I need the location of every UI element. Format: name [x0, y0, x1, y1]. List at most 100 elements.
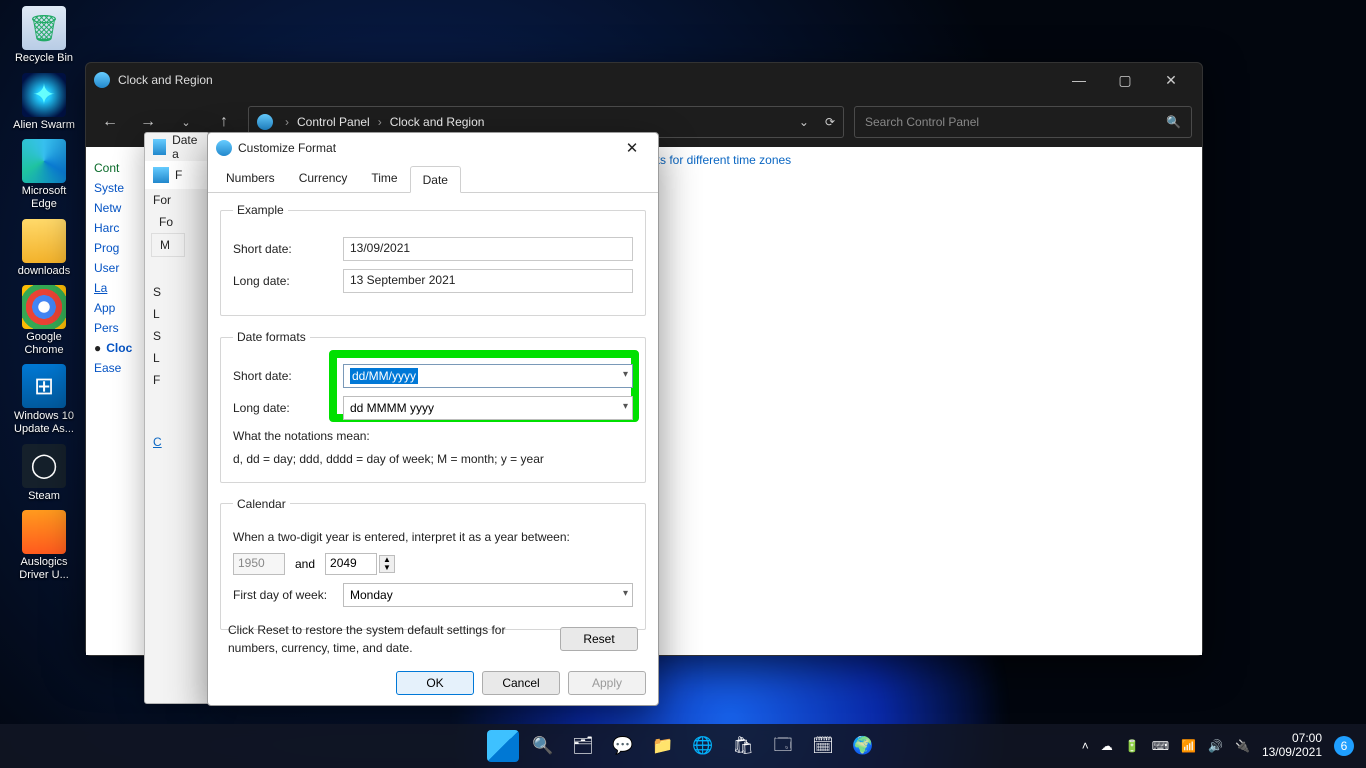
titlebar[interactable]: Clock and Region — ▢ ✕ — [86, 63, 1202, 97]
desktop-icon-win10-update[interactable]: ⊞Windows 10 Update As... — [8, 364, 80, 435]
desktop-icon-auslogics[interactable]: Auslogics Driver U... — [8, 510, 80, 581]
desktop-icon-alien-swarm[interactable]: ✦Alien Swarm — [8, 73, 80, 132]
link-timezones[interactable]: cks for different time zones — [648, 153, 791, 167]
apply-button[interactable]: Apply — [568, 671, 646, 695]
search-input[interactable]: Search Control Panel 🔍 — [854, 106, 1192, 138]
tab-currency[interactable]: Currency — [287, 165, 360, 192]
start-button[interactable] — [487, 730, 519, 762]
desktop-icon-steam[interactable]: ◯Steam — [8, 444, 80, 503]
tab-f[interactable]: F — [175, 168, 182, 182]
col: L — [145, 303, 209, 325]
store-button[interactable]: 🛍 — [727, 730, 759, 762]
taskbar-app[interactable]: 🗓 — [807, 730, 839, 762]
legend: Date formats — [233, 330, 310, 344]
combo-first-day[interactable]: Monday ▾ — [343, 583, 633, 607]
cancel-button[interactable]: Cancel — [482, 671, 560, 695]
breadcrumb-sep: › — [378, 115, 382, 129]
label-short-date: Short date: — [233, 242, 343, 256]
combo-long-date-format[interactable]: dd MMMM yyyy ▾ — [343, 396, 633, 420]
tab-numbers[interactable]: Numbers — [214, 165, 287, 192]
taskbar-app[interactable]: 🗔 — [767, 730, 799, 762]
tab-time[interactable]: Time — [359, 165, 409, 192]
group-date-formats: Date formats Short date: dd/MM/yyyy ▾ Lo… — [220, 330, 646, 483]
combo-short-date-format[interactable]: dd/MM/yyyy ▾ — [343, 364, 633, 388]
tab-date[interactable]: Date — [410, 166, 461, 193]
keyboard-icon[interactable]: ⌨ — [1152, 739, 1169, 753]
label: downloads — [8, 265, 80, 278]
label: Steam — [8, 490, 80, 503]
control-panel-taskbar-icon[interactable]: 🌍 — [847, 730, 879, 762]
desktop-icon-downloads[interactable]: downloads — [8, 219, 80, 278]
auslogics-icon — [22, 510, 66, 554]
year-to-spinner[interactable]: 2049 ▲▼ — [325, 553, 395, 575]
label: Windows 10 Update As... — [8, 410, 80, 435]
dialog-icon — [216, 140, 232, 156]
desktop-icon-edge[interactable]: Microsoft Edge — [8, 139, 80, 210]
battery-icon[interactable]: 🔋 — [1125, 739, 1140, 753]
year-to-value[interactable]: 2049 — [325, 553, 377, 575]
desktop-icon-recycle-bin[interactable]: Recycle Bin — [8, 6, 80, 65]
legend: Example — [233, 203, 288, 217]
chevron-down-icon: ▾ — [623, 369, 628, 380]
label-short-format: Short date: — [233, 369, 343, 383]
ok-button[interactable]: OK — [396, 671, 474, 695]
chat-button[interactable]: 💬 — [607, 730, 639, 762]
link[interactable]: C — [145, 431, 209, 453]
back-button[interactable]: ← — [96, 108, 124, 136]
label: Google Chrome — [8, 331, 80, 356]
clock-time: 07:00 — [1262, 732, 1322, 746]
breadcrumb-leaf[interactable]: Clock and Region — [390, 115, 485, 129]
cell: M — [151, 233, 185, 257]
refresh-icon[interactable]: ⟳ — [825, 115, 835, 129]
search-placeholder: Search Control Panel — [865, 115, 979, 129]
breadcrumb-sep: › — [285, 115, 289, 129]
volume-icon[interactable]: 🔊 — [1208, 739, 1223, 753]
notification-badge[interactable]: 6 — [1334, 736, 1354, 756]
onedrive-icon[interactable]: ☁ — [1101, 739, 1113, 753]
cp-icon — [257, 114, 273, 130]
address-dropdown-icon[interactable]: ⌄ — [799, 115, 809, 129]
combo-value: Monday — [350, 588, 393, 602]
col: S — [145, 281, 209, 303]
power-icon[interactable]: 🔌 — [1235, 739, 1250, 753]
breadcrumb-root[interactable]: Control Panel — [297, 115, 370, 129]
taskbar-clock[interactable]: 07:00 13/09/2021 — [1262, 732, 1322, 760]
wifi-icon[interactable]: 📶 — [1181, 739, 1196, 753]
combo-value: dd/MM/yyyy — [350, 368, 418, 384]
edge-button[interactable]: 🌐 — [687, 730, 719, 762]
reset-button[interactable]: Reset — [560, 627, 638, 651]
maximize-button[interactable]: ▢ — [1102, 65, 1148, 95]
task-view-button[interactable]: 🗂 — [567, 730, 599, 762]
titlebar[interactable]: Customize Format ✕ — [208, 133, 658, 163]
folder-icon — [22, 219, 66, 263]
close-button[interactable]: ✕ — [614, 136, 650, 160]
label-long-date: Long date: — [233, 274, 343, 288]
chrome-icon — [22, 285, 66, 329]
close-button[interactable]: ✕ — [1148, 65, 1194, 95]
window-date-and-time: Date a F For Fo M S L S L F C — [144, 132, 210, 704]
edge-icon — [22, 139, 66, 183]
combo-value: dd MMMM yyyy — [350, 401, 434, 415]
spin-down-icon[interactable]: ▼ — [380, 564, 394, 572]
dialog-button-row: OK Cancel Apply — [396, 671, 646, 695]
desktop-icon-chrome[interactable]: Google Chrome — [8, 285, 80, 356]
cp-icon — [94, 72, 110, 88]
window-title: Clock and Region — [118, 73, 213, 87]
tab-panel-date: Example Short date: 13/09/2021 Long date… — [208, 193, 658, 654]
value-long-date: 13 September 2021 — [343, 269, 633, 293]
row: For — [145, 189, 209, 211]
notation-header: What the notations mean: — [233, 428, 633, 445]
taskbar-center: 🔍 🗂 💬 📁 🌐 🛍 🗔 🗓 🌍 — [487, 730, 879, 762]
explorer-button[interactable]: 📁 — [647, 730, 679, 762]
titlebar[interactable]: Date a — [145, 133, 209, 161]
group-example: Example Short date: 13/09/2021 Long date… — [220, 203, 646, 316]
minimize-button[interactable]: — — [1056, 65, 1102, 95]
spinner-buttons[interactable]: ▲▼ — [379, 555, 395, 573]
tray-overflow-icon[interactable]: ˄ — [1082, 739, 1089, 753]
search-button[interactable]: 🔍 — [527, 730, 559, 762]
label-and: and — [295, 557, 315, 571]
region-icon — [153, 139, 166, 155]
desktop-icons: Recycle Bin ✦Alien Swarm Microsoft Edge … — [8, 6, 88, 590]
value-short-date: 13/09/2021 — [343, 237, 633, 261]
cell: Fo — [151, 211, 209, 233]
